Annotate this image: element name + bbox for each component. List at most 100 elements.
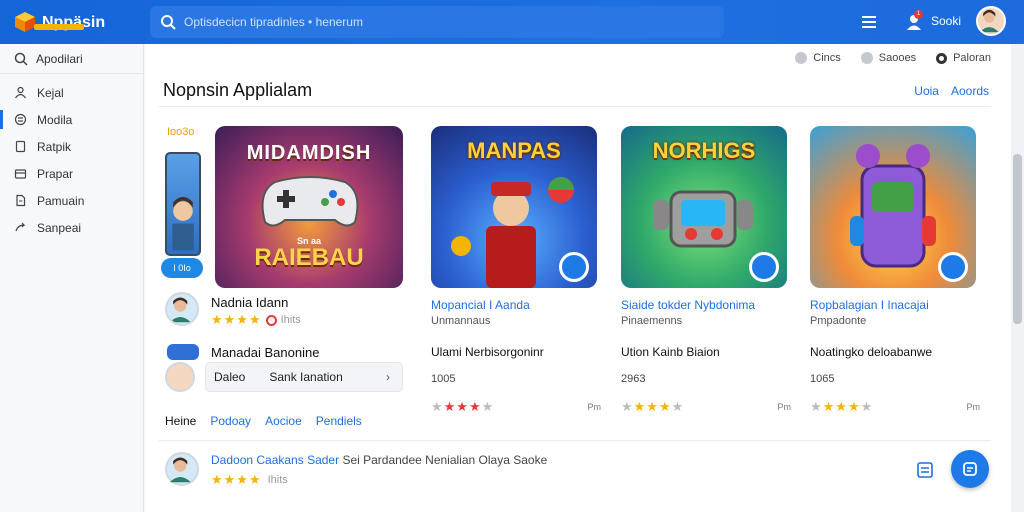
sidebar-item-label: Prapar [37, 166, 74, 181]
sidebar-item-label: Ratpik [37, 139, 72, 154]
bottom-title: Dadoon Caakans Sader Sei Pardandee Nenia… [211, 453, 547, 467]
info-title: Manadai Banonine [211, 345, 320, 360]
tabs-row: Heine Podoay Aocioe Pendiels [165, 414, 362, 428]
user-icon [15, 86, 26, 99]
sidebar-item-3[interactable]: Prapar [0, 160, 143, 187]
sidebar-item-1[interactable]: Modila [0, 106, 143, 133]
sidebar-item-5[interactable]: Sanpeai [0, 214, 143, 241]
featured-game-card[interactable]: MIDAMDISH Sn aa RAIEBAU [215, 126, 403, 288]
bottom-title-blue[interactable]: Dadoon Caakans Sader [211, 453, 339, 467]
rating-unit: Pm [777, 402, 792, 412]
sidebar-item-label: Modila [37, 112, 73, 127]
sidebar-search-label: Apodilari [36, 51, 83, 66]
app-art: MANPAS [431, 126, 597, 288]
sidebar-item-label: Sanpeai [37, 220, 82, 235]
featured-card-title: MIDAMDISH [246, 142, 372, 164]
star-rating-icon: ★★★★★ [621, 399, 685, 414]
bottom-title-grey: Sei Pardandee Nenialian Olaya Saoke [342, 453, 548, 467]
user-avatar[interactable] [976, 6, 1006, 36]
sidebar-item-0[interactable]: Kejal [0, 79, 143, 106]
filter-label: Saooes [878, 52, 917, 64]
phone-thumbnail[interactable] [165, 152, 201, 256]
vr-headset-icon [167, 344, 199, 360]
app-art [810, 126, 976, 288]
title-link-1[interactable]: Aoords [951, 84, 989, 98]
info-box-right: Sank Ianation [269, 370, 343, 384]
featured-card-subtitle-text: RAIEBAU [254, 244, 364, 271]
developer-rating: ★★★★ Ihits [211, 312, 301, 328]
info-box-left: Daleo [214, 370, 246, 384]
tab-link-1[interactable]: Aocioe [265, 414, 302, 428]
chat-fab-button[interactable] [951, 450, 989, 488]
developer-row[interactable]: Nadnia Idann ★★★★ Ihits [165, 292, 405, 332]
tab-link-0[interactable]: Podoay [210, 414, 251, 428]
bottom-list-item[interactable]: Dadoon Caakans Sader Sei Pardandee Nenia… [165, 450, 995, 500]
app-name[interactable]: Ropbalagian I Inacajai [810, 298, 980, 312]
phone-pill-button[interactable]: I 0Io [161, 258, 203, 278]
search-icon[interactable] [559, 252, 589, 282]
comment-icon [265, 314, 277, 326]
notification-badge: 1 [914, 10, 923, 19]
hamburger-menu-icon[interactable] [860, 13, 878, 31]
filter-0[interactable]: Cincs [795, 52, 841, 64]
gamepad-icon [261, 176, 359, 227]
app-name[interactable]: Siaide tokder Nybdonima [621, 298, 791, 312]
chat-icon [963, 462, 977, 476]
app-art: NORHIGS [621, 126, 787, 288]
avatar [165, 292, 199, 326]
app-rating: ★★★★★ Pm [621, 399, 791, 415]
filter-2[interactable]: Paloran [936, 52, 991, 64]
divider [159, 440, 991, 441]
sidebar-item-4[interactable]: Pamuain [0, 187, 143, 214]
app-count: 1065 [810, 373, 835, 385]
app-logo[interactable]: Nppäsin [14, 8, 134, 36]
search-bar[interactable] [150, 6, 724, 38]
filter-bar: Cincs Saooes Paloran [795, 52, 991, 64]
filter-label: Paloran [953, 52, 991, 64]
rating-text: Ihits [280, 314, 301, 326]
app-subtitle: Pinaemenns [621, 315, 683, 327]
bookmark-icon [15, 140, 26, 153]
rating-unit: Pm [966, 402, 981, 412]
developer-name: Nadnia Idann [211, 295, 289, 310]
bottom-rating: ★★★★ Ihits [211, 472, 288, 488]
tag-icon [860, 52, 873, 64]
app-card-2[interactable]: Ropbalagian I Inacajai Pmpadonte Noating… [810, 126, 980, 415]
tab-link-2[interactable]: Pendiels [316, 414, 362, 428]
title-links: Uoia Aoords [914, 84, 989, 98]
app-card-1[interactable]: NORHIGS Siaide tokder Nybdonima Pinaemen… [621, 126, 791, 415]
share-icon [15, 222, 26, 232]
title-link-0[interactable]: Uoia [914, 84, 939, 98]
app-description: Ulami Nerbisorgoninr [431, 345, 544, 359]
app-rating: ★★★★★ Pm [810, 399, 980, 415]
logo-underline [34, 24, 84, 30]
app-count: 1005 [431, 373, 456, 385]
app-rating: ★★★★★ Pm [431, 399, 601, 415]
app-description: Ution Kainb Biaion [621, 345, 720, 359]
search-icon[interactable] [938, 252, 968, 282]
sidebar-search[interactable]: Apodilari [0, 44, 143, 74]
search-input[interactable] [184, 15, 704, 29]
sidebar-item-2[interactable]: Ratpik [0, 133, 143, 160]
avatar [165, 452, 199, 486]
app-card-0[interactable]: MANPAS Mopancial I Aanda Unmannaus Ulami… [431, 126, 601, 415]
sidebar: Apodilari Kejal Modila Ratpik Prapar Pam… [0, 44, 144, 512]
app-count: 2963 [621, 373, 646, 385]
page-title: Nopnsin Applialam [163, 80, 313, 100]
info-select-box[interactable]: Daleo Sank Ianation › [205, 362, 403, 392]
chevron-right-icon: › [386, 370, 390, 384]
main-content: Cincs Saooes Paloran Nopnsin Applialam U… [145, 44, 1011, 512]
sidebar-item-label: Pamuain [37, 193, 85, 208]
avatar [165, 362, 195, 392]
scrollbar-thumb[interactable] [1013, 154, 1022, 324]
list-icon[interactable] [915, 460, 935, 480]
circle-icon [795, 52, 808, 64]
divider [159, 106, 991, 107]
search-icon[interactable] [749, 252, 779, 282]
radio-icon [936, 52, 948, 64]
filter-1[interactable]: Saooes [860, 52, 917, 64]
scrollbar[interactable] [1011, 44, 1024, 512]
user-label[interactable]: Sooki [931, 14, 961, 28]
app-name[interactable]: Mopancial I Aanda [431, 298, 601, 312]
star-rating-icon: ★★★★★ [431, 399, 495, 414]
